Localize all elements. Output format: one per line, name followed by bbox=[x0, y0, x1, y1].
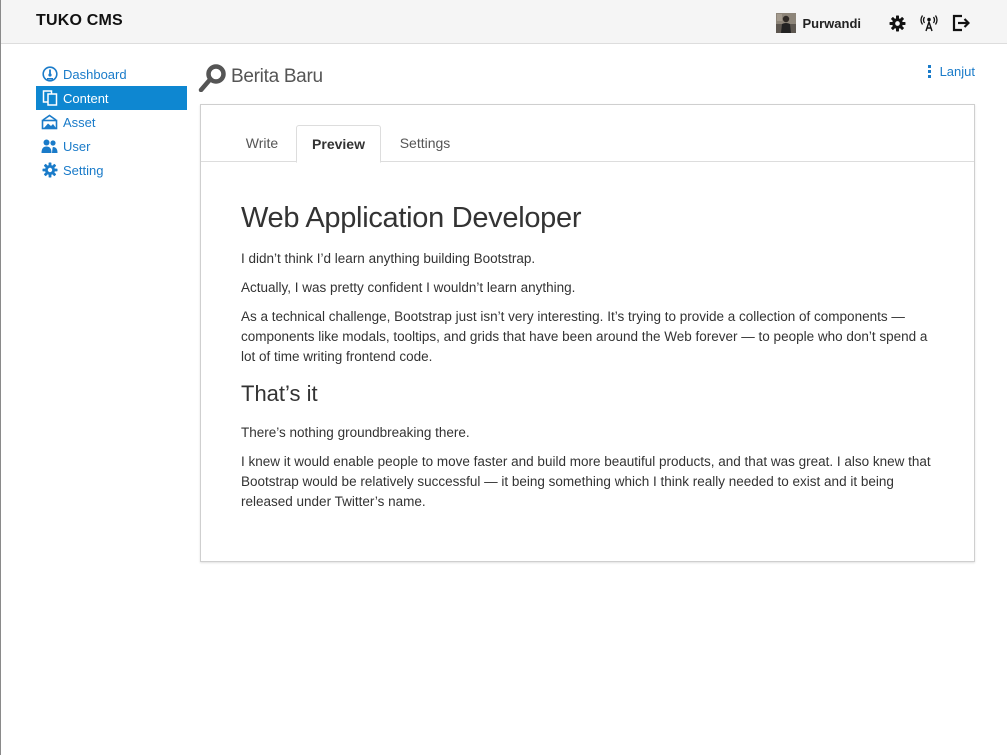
avatar bbox=[776, 13, 797, 33]
page-header: Berita Baru bbox=[198, 62, 323, 92]
tab-bar: Write Preview Settings bbox=[201, 125, 974, 163]
sidebar-item-user[interactable]: User bbox=[36, 134, 187, 158]
logout-button[interactable] bbox=[951, 13, 971, 33]
sidebar-item-setting[interactable]: Setting bbox=[36, 158, 187, 182]
article-paragraph: There’s nothing groundbreaking there. bbox=[241, 425, 470, 440]
user-menu[interactable]: Purwandi bbox=[776, 13, 861, 33]
app-window: TUKO CMS Purwandi Dashboard Content Asse… bbox=[0, 0, 1007, 755]
sidebar-item-label: User bbox=[63, 138, 91, 154]
sidebar-item-label: Content bbox=[63, 90, 109, 106]
editor-panel: Write Preview Settings Web Application D… bbox=[200, 104, 975, 562]
article-heading: Web Application Developer bbox=[241, 202, 582, 234]
lanjut-label: Lanjut bbox=[939, 64, 975, 79]
page-title: Berita Baru bbox=[231, 66, 323, 87]
sidebar-item-label: Setting bbox=[63, 162, 104, 178]
logout-icon bbox=[952, 14, 970, 32]
tab-preview[interactable]: Preview bbox=[296, 125, 381, 163]
gear-icon bbox=[41, 162, 58, 179]
settings-button[interactable] bbox=[887, 13, 907, 33]
dashboard-icon bbox=[41, 66, 58, 83]
content-icon bbox=[41, 90, 58, 107]
user-icon bbox=[41, 138, 58, 155]
broadcast-button[interactable] bbox=[919, 13, 939, 33]
article-paragraph: I didn’t think I’d learn anything buildi… bbox=[241, 251, 536, 266]
article-subheading: That’s it bbox=[241, 381, 318, 406]
sidebar-item-content[interactable]: Content bbox=[36, 86, 187, 110]
sidebar-item-label: Dashboard bbox=[63, 66, 127, 82]
tab-settings[interactable]: Settings bbox=[384, 125, 466, 162]
preview-content: Web Application Developer I didn’t think… bbox=[241, 201, 941, 521]
broadcast-icon bbox=[920, 15, 938, 32]
sidebar-item-dashboard[interactable]: Dashboard bbox=[36, 62, 187, 86]
article-paragraph: I knew it would enable people to move fa… bbox=[241, 454, 931, 509]
top-navbar: TUKO CMS Purwandi bbox=[1, 0, 1007, 44]
kebab-icon bbox=[927, 65, 931, 78]
sidebar-item-label: Asset bbox=[63, 114, 96, 130]
article-paragraph: Actually, I was pretty confident I would… bbox=[241, 280, 576, 295]
tab-write[interactable]: Write bbox=[227, 125, 297, 162]
article-paragraph: As a technical challenge, Bootstrap just… bbox=[241, 309, 928, 364]
asset-icon bbox=[41, 114, 58, 131]
gear-icon bbox=[889, 15, 905, 31]
sidebar-item-asset[interactable]: Asset bbox=[36, 110, 187, 134]
navbar-right: Purwandi bbox=[776, 10, 971, 36]
lanjut-button[interactable]: Lanjut bbox=[927, 64, 975, 79]
link-logo-icon bbox=[198, 64, 226, 92]
sidebar: Dashboard Content Asset User Setting bbox=[36, 62, 187, 182]
user-name: Purwandi bbox=[802, 15, 861, 31]
brand-logo[interactable]: TUKO CMS bbox=[36, 12, 123, 30]
